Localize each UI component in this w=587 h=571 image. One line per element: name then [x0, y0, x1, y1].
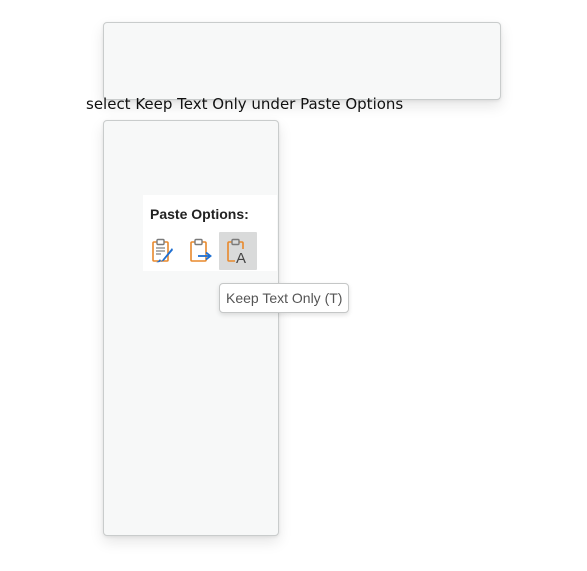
merge-formatting-button[interactable]	[182, 232, 220, 270]
screen: select Keep Text Only under Paste Option…	[0, 0, 587, 571]
context-menu	[103, 120, 279, 536]
top-panel	[103, 22, 501, 100]
keep-text-only-glyph: A	[236, 250, 246, 264]
merge-formatting-icon	[190, 238, 212, 262]
keep-text-only-button[interactable]: A	[219, 232, 257, 270]
tooltip: Keep Text Only (T)	[219, 283, 350, 313]
instruction-text: select Keep Text Only under Paste Option…	[86, 95, 404, 113]
keep-source-formatting-icon	[152, 238, 173, 263]
keep-source-formatting-button[interactable]	[144, 232, 182, 270]
paste-options-title: Paste Options:	[150, 206, 249, 222]
keep-text-only-icon: A	[227, 238, 249, 264]
paste-options-section: Paste Options: A	[143, 195, 277, 271]
